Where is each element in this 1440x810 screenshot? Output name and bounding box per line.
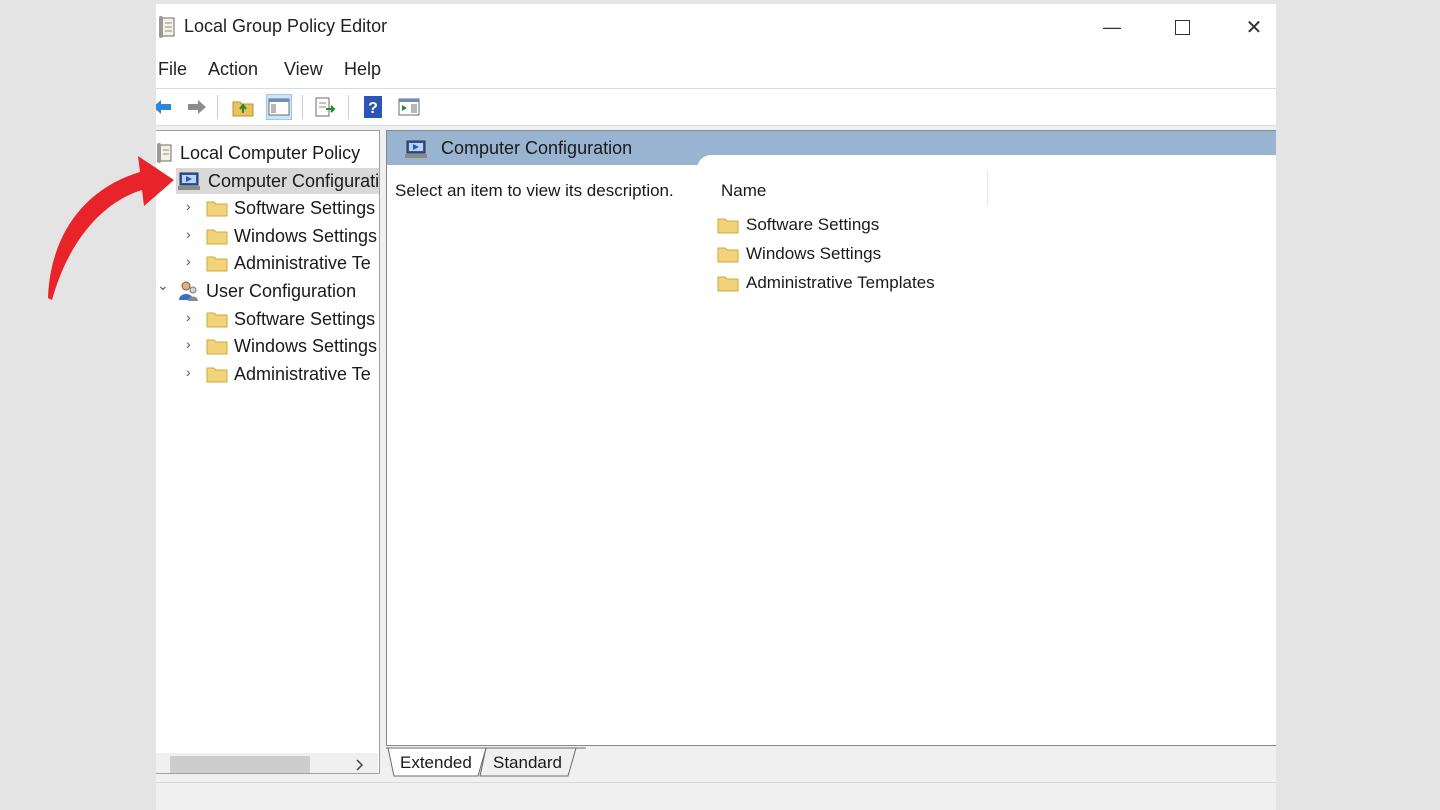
tree-item-label: Software Settings bbox=[234, 197, 376, 218]
tree-item-label: Windows Settings bbox=[234, 225, 378, 246]
back-arrow-icon bbox=[156, 100, 171, 114]
forward-button[interactable] bbox=[183, 94, 209, 120]
item-description: Select an item to view its description. bbox=[395, 181, 674, 200]
menu-view[interactable]: View bbox=[284, 59, 323, 80]
toolbar-separator bbox=[302, 95, 303, 119]
tab-standard[interactable]: Standard bbox=[493, 750, 562, 776]
export-list-icon bbox=[315, 97, 336, 117]
expand-chevron-icon[interactable]: › bbox=[186, 309, 191, 325]
menu-file[interactable]: File bbox=[158, 59, 187, 80]
list-item-administrative-templates[interactable]: Administrative Templates bbox=[717, 273, 935, 293]
minimize-button[interactable]: — bbox=[1076, 4, 1148, 50]
close-icon: ✕ bbox=[1245, 16, 1263, 39]
folder-icon bbox=[206, 201, 228, 217]
list-item-windows-settings[interactable]: Windows Settings bbox=[717, 244, 881, 264]
content-area: Local Computer Policy Computer Configura… bbox=[156, 126, 1276, 810]
show-hide-action-pane-button[interactable] bbox=[396, 94, 422, 120]
folder-icon bbox=[717, 247, 739, 263]
expand-chevron-icon[interactable]: › bbox=[186, 336, 191, 352]
forward-arrow-icon bbox=[188, 100, 206, 114]
tree-item-software-settings[interactable]: Software Settings bbox=[206, 195, 375, 221]
folder-icon bbox=[717, 218, 739, 234]
tree-item-administrative-templates[interactable]: Administrative Te bbox=[206, 250, 371, 276]
svg-text:?: ? bbox=[368, 100, 378, 117]
tab-extended[interactable]: Extended bbox=[400, 750, 472, 776]
expand-chevron-icon[interactable]: › bbox=[186, 364, 191, 380]
scroll-right-icon[interactable] bbox=[356, 759, 364, 771]
column-header-name[interactable]: Name bbox=[721, 181, 766, 201]
folder-up-icon bbox=[232, 101, 254, 117]
tree-item-label: Local Computer Policy bbox=[180, 142, 361, 163]
close-button[interactable]: ✕ bbox=[1218, 4, 1276, 50]
minimize-icon: — bbox=[1103, 16, 1121, 37]
list-item-software-settings[interactable]: Software Settings bbox=[717, 215, 879, 235]
folder-icon bbox=[206, 229, 228, 245]
policy-scroll-icon bbox=[158, 16, 178, 43]
tree-item-user-configuration[interactable]: User Configuration bbox=[178, 278, 356, 304]
tree-item-label: Windows Settings bbox=[234, 335, 378, 356]
list-item-label: Windows Settings bbox=[746, 244, 882, 263]
status-bar bbox=[156, 782, 1276, 810]
folder-icon bbox=[206, 339, 228, 355]
back-button[interactable] bbox=[156, 94, 176, 120]
column-divider[interactable] bbox=[987, 171, 988, 205]
export-list-button[interactable] bbox=[312, 94, 338, 120]
folder-icon bbox=[206, 367, 228, 383]
tree-item-computer-configuration[interactable]: Computer Configurati bbox=[176, 168, 380, 194]
tree-horizontal-scrollbar[interactable] bbox=[156, 753, 378, 773]
menu-bar: File Action View Help bbox=[156, 52, 1276, 86]
view-tabs: Extended Standard bbox=[386, 746, 1276, 782]
details-title: Computer Configuration bbox=[441, 138, 633, 158]
toolbar-separator bbox=[217, 95, 218, 119]
list-item-label: Administrative Templates bbox=[746, 273, 935, 292]
tree-item-user-administrative-templates[interactable]: Administrative Te bbox=[206, 361, 371, 387]
details-pane: Computer Configuration Select an item to… bbox=[386, 130, 1276, 746]
title-bar: Local Group Policy Editor — ✕ bbox=[156, 4, 1276, 50]
scrollbar-thumb[interactable] bbox=[170, 756, 310, 773]
annotation-arrow-icon bbox=[48, 156, 174, 300]
console-tree-icon bbox=[268, 98, 290, 116]
action-pane-icon bbox=[398, 98, 420, 116]
app-window: Local Group Policy Editor — ✕ File Actio… bbox=[156, 4, 1276, 810]
window-title: Local Group Policy Editor bbox=[184, 16, 388, 36]
folder-icon bbox=[717, 276, 739, 292]
list-item-label: Software Settings bbox=[746, 215, 880, 234]
up-one-level-button[interactable] bbox=[230, 94, 256, 120]
help-button[interactable]: ? bbox=[360, 94, 386, 120]
tree-item-label: User Configuration bbox=[206, 280, 357, 301]
tree-item-label: Computer Configurati bbox=[208, 170, 380, 191]
show-hide-console-tree-button[interactable] bbox=[266, 94, 292, 120]
help-question-icon: ? bbox=[364, 96, 382, 118]
folder-icon bbox=[206, 312, 228, 328]
tree-item-windows-settings[interactable]: Windows Settings bbox=[206, 223, 377, 249]
menu-action[interactable]: Action bbox=[208, 59, 258, 80]
tree-item-label: Administrative Te bbox=[234, 252, 371, 273]
tree-item-user-windows-settings[interactable]: Windows Settings bbox=[206, 333, 377, 359]
maximize-button[interactable] bbox=[1146, 4, 1218, 50]
maximize-icon bbox=[1174, 19, 1190, 35]
menu-help[interactable]: Help bbox=[344, 59, 381, 80]
computer-config-icon bbox=[405, 139, 429, 164]
folder-icon bbox=[206, 256, 228, 272]
tree-item-user-software-settings[interactable]: Software Settings bbox=[206, 306, 375, 332]
tree-item-label: Administrative Te bbox=[234, 363, 371, 384]
tree-item-label: Software Settings bbox=[234, 308, 376, 329]
toolbar-separator bbox=[348, 95, 349, 119]
toolbar: ? bbox=[156, 88, 1276, 126]
